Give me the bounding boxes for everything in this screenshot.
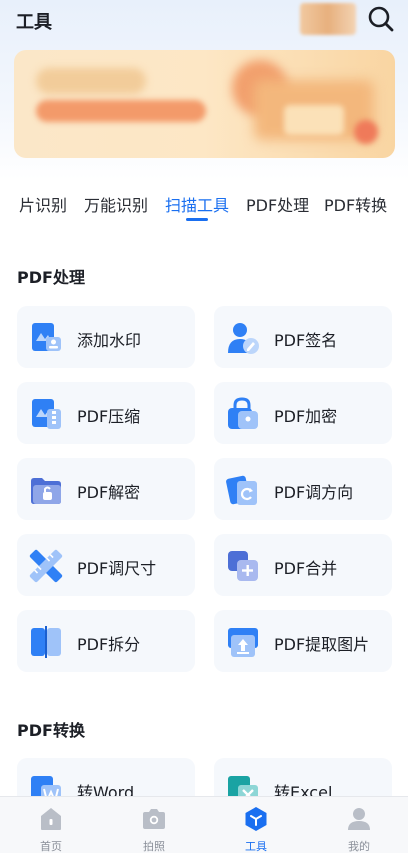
tab-scan-tools[interactable]: 扫描工具 (165, 192, 229, 216)
tool-card-pdf-extract-images[interactable]: PDF提取图片 (214, 610, 392, 672)
extract-image-icon (228, 628, 258, 657)
tool-card-add-watermark[interactable]: 添加水印 (17, 306, 195, 368)
tool-card-pdf-split[interactable]: PDF拆分 (17, 610, 195, 672)
search-icon (368, 6, 394, 32)
nav-camera[interactable]: 拍照 (124, 797, 184, 853)
decrypt-icon (31, 478, 61, 504)
rotate-icon (226, 475, 257, 505)
tool-card-pdf-rotate[interactable]: PDF调方向 (214, 458, 392, 520)
tool-label: PDF拆分 (77, 635, 141, 654)
compress-icon (32, 399, 61, 429)
nav-label: 首页 (40, 840, 62, 853)
profile-icon (348, 808, 370, 830)
split-icon (31, 626, 61, 658)
nav-label: 拍照 (143, 840, 165, 853)
signature-icon (228, 323, 259, 354)
tool-card-pdf-decrypt[interactable]: PDF解密 (17, 458, 195, 520)
tool-label: PDF签名 (274, 331, 338, 350)
nav-home[interactable]: 首页 (21, 797, 81, 853)
tool-label: PDF调方向 (274, 483, 354, 502)
tool-label: PDF合并 (274, 559, 338, 578)
tool-label: PDF解密 (77, 483, 141, 502)
tool-label: PDF提取图片 (274, 635, 370, 654)
camera-icon (143, 809, 165, 829)
tool-card-pdf-merge[interactable]: PDF合并 (214, 534, 392, 596)
merge-icon (228, 551, 258, 581)
tool-label: PDF调尺寸 (77, 559, 157, 578)
nav-label: 我的 (348, 840, 370, 853)
tool-label: PDF加密 (274, 407, 338, 426)
resize-icon (29, 549, 63, 583)
tool-label: PDF压缩 (77, 407, 141, 426)
encrypt-icon (228, 397, 258, 429)
tool-card-pdf-resize[interactable]: PDF调尺寸 (17, 534, 195, 596)
promo-banner[interactable] (14, 50, 395, 158)
section-title-pdf-processing: PDF处理 (17, 268, 85, 287)
tool-card-pdf-compress[interactable]: PDF压缩 (17, 382, 195, 444)
tab-pdf-processing[interactable]: PDF处理 (246, 192, 309, 216)
active-tab-indicator (186, 218, 208, 221)
tab-pdf-conversion[interactable]: PDF转换 (324, 192, 387, 216)
home-icon (41, 808, 61, 830)
bottom-nav: 首页 拍照 工具 我的 (0, 796, 408, 853)
section-title-pdf-conversion: PDF转换 (17, 721, 85, 740)
search-button[interactable] (366, 4, 396, 34)
tool-label: 添加水印 (77, 331, 142, 350)
tool-card-pdf-signature[interactable]: PDF签名 (214, 306, 392, 368)
category-tabs: 片识别 万能识别 扫描工具 PDF处理 PDF转换 (0, 186, 408, 226)
watermark-icon (32, 323, 61, 351)
page-title: 工具 (16, 12, 52, 33)
nav-tools[interactable]: 工具 (226, 797, 286, 853)
tab-universal-recognition[interactable]: 万能识别 (84, 192, 148, 216)
vip-badge[interactable] (300, 3, 356, 35)
tools-icon (245, 807, 267, 831)
nav-profile[interactable]: 我的 (329, 797, 389, 853)
tab-image-recognition[interactable]: 片识别 (19, 192, 67, 216)
tool-card-pdf-encrypt[interactable]: PDF加密 (214, 382, 392, 444)
nav-label: 工具 (245, 840, 267, 853)
